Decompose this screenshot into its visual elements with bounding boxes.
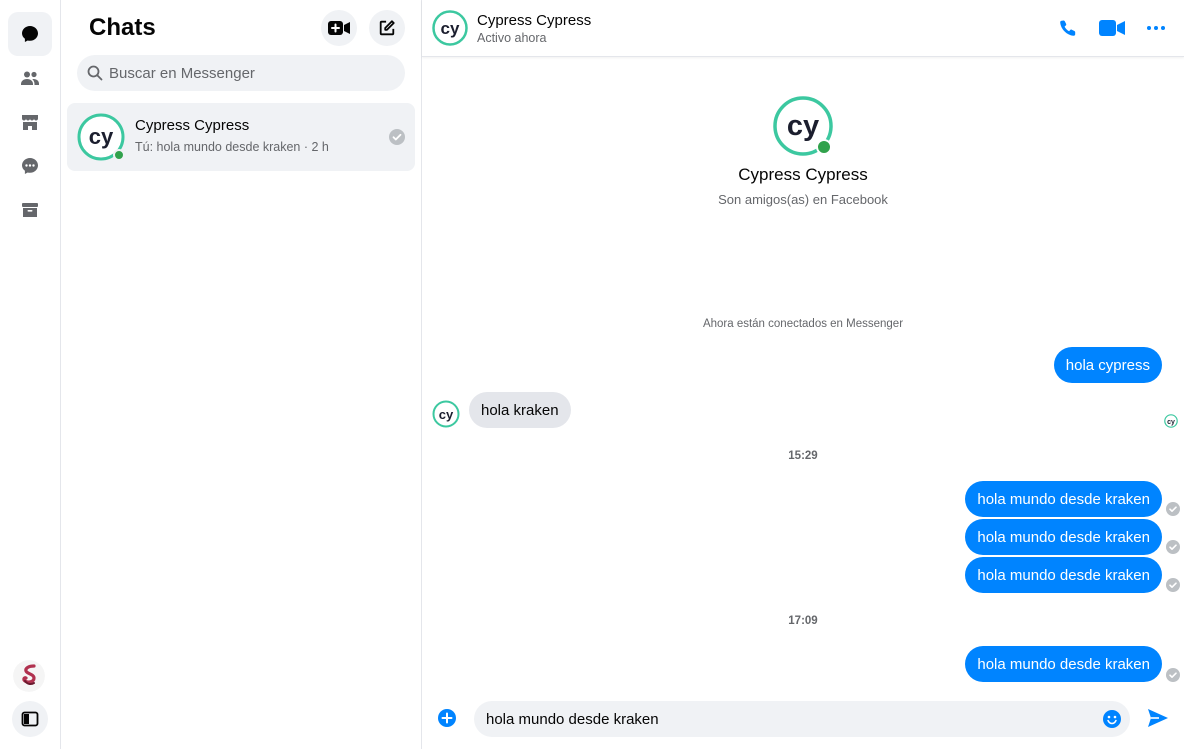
svg-text:cy: cy xyxy=(1167,419,1175,426)
last-message-time: · 2 h xyxy=(303,140,329,154)
svg-text:cy: cy xyxy=(441,19,460,38)
svg-text:cy: cy xyxy=(89,124,114,149)
system-message: Ahora están conectados en Messenger xyxy=(702,318,904,330)
video-camera-icon xyxy=(1099,20,1125,36)
contact-status: Activo ahora xyxy=(477,31,547,45)
conversation-name: Cypress Cypress xyxy=(135,117,250,134)
new-room-button[interactable] xyxy=(321,10,357,46)
delivered-check-icon xyxy=(1166,578,1180,592)
delivered-check-icon xyxy=(1166,540,1180,554)
marketplace-nav-button[interactable] xyxy=(8,100,52,144)
svg-text:cy: cy xyxy=(439,407,454,422)
cypress-avatar-icon: cy xyxy=(432,400,460,428)
contact-name[interactable]: Cypress Cypress xyxy=(477,12,591,29)
chats-nav-button[interactable] xyxy=(8,12,52,56)
conversation-preview: Tú: hola mundo desde kraken · 2 h xyxy=(135,140,329,154)
kraken-avatar-icon xyxy=(13,660,45,692)
conversation-header: cy Cypress Cypress Activo ahora xyxy=(422,0,1184,57)
online-indicator xyxy=(113,149,125,161)
people-icon xyxy=(21,71,39,85)
message-bubble-outgoing[interactable]: hola mundo desde kraken xyxy=(965,646,1162,682)
phone-icon xyxy=(1060,20,1076,36)
message-requests-icon xyxy=(22,158,38,174)
message-bubble-incoming[interactable]: hola kraken xyxy=(469,392,571,428)
message-bubble-outgoing[interactable]: hola cypress xyxy=(1053,347,1162,383)
profile-subtitle: Son amigos(as) en Facebook xyxy=(718,192,888,207)
message-bubble-outgoing[interactable]: hola mundo desde kraken xyxy=(965,481,1162,517)
online-indicator xyxy=(816,139,832,155)
new-message-button[interactable] xyxy=(369,10,405,46)
audio-call-button[interactable] xyxy=(1054,14,1082,42)
people-nav-button[interactable] xyxy=(8,56,52,100)
message-composer xyxy=(474,701,1130,737)
conversation-panel: cy Cypress Cypress Activo ahora cy Cypre… xyxy=(422,0,1184,749)
delivered-check-icon xyxy=(389,129,405,145)
delivered-check-icon xyxy=(1166,502,1180,516)
messenger-app: Chats cy Cypress Cypress Tú: hola mundo … xyxy=(0,0,1184,749)
emoji-icon[interactable] xyxy=(1102,709,1122,729)
archive-icon xyxy=(22,203,38,217)
message-input[interactable] xyxy=(486,701,1086,737)
message-requests-nav-button[interactable] xyxy=(8,144,52,188)
archive-nav-button[interactable] xyxy=(8,188,52,232)
compose-icon xyxy=(379,20,395,36)
conversation-item[interactable]: cy Cypress Cypress Tú: hola mundo desde … xyxy=(67,103,415,171)
search-bar xyxy=(77,55,405,91)
chats-panel: Chats cy Cypress Cypress Tú: hola mundo … xyxy=(61,0,422,749)
collapse-sidebar-button[interactable] xyxy=(12,701,48,737)
seen-by-avatar-icon: cy xyxy=(1164,414,1178,428)
cypress-avatar-icon[interactable]: cy xyxy=(432,10,468,46)
marketplace-icon xyxy=(22,115,38,130)
video-plus-icon xyxy=(328,21,350,35)
video-call-button[interactable] xyxy=(1098,14,1126,42)
delivered-check-icon xyxy=(1166,668,1180,682)
more-options-button[interactable] xyxy=(1142,14,1170,42)
profile-name: Cypress Cypress xyxy=(738,165,868,184)
timestamp: 15:29 xyxy=(788,450,818,462)
chat-bubble-icon xyxy=(22,26,38,42)
timestamp: 17:09 xyxy=(788,615,818,627)
more-options-icon xyxy=(1147,26,1165,30)
last-message: Tú: hola mundo desde kraken xyxy=(135,140,301,154)
plus-circle-icon[interactable] xyxy=(436,707,458,729)
send-icon[interactable] xyxy=(1146,706,1170,730)
search-icon xyxy=(87,65,103,81)
user-avatar[interactable] xyxy=(13,660,45,692)
search-input[interactable] xyxy=(109,64,389,82)
svg-text:cy: cy xyxy=(787,110,819,142)
chats-title: Chats xyxy=(89,14,156,41)
message-bubble-outgoing[interactable]: hola mundo desde kraken xyxy=(965,519,1162,555)
sidebar-toggle-icon xyxy=(21,711,39,727)
left-rail xyxy=(0,0,61,749)
message-bubble-outgoing[interactable]: hola mundo desde kraken xyxy=(965,557,1162,593)
